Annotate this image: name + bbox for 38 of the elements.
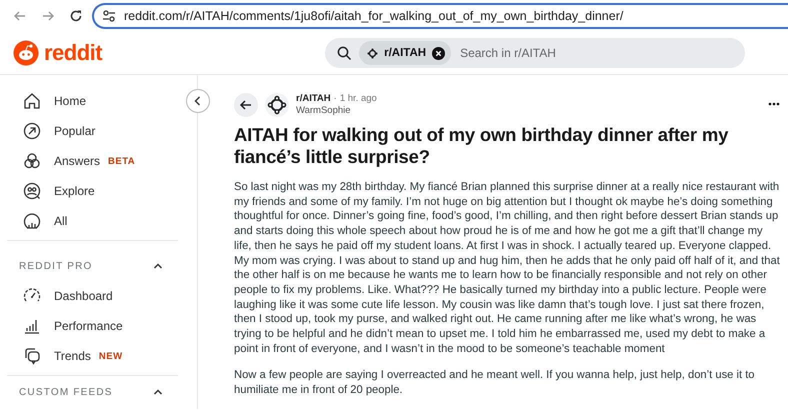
section-header[interactable]: CUSTOM FEEDS xyxy=(0,382,197,402)
home-icon xyxy=(22,91,42,111)
url-text: reddit.com/r/AITAH/comments/1ju8ofi/aitah_for_walking_out_of_my_own_birthday_dinner/ xyxy=(124,9,624,23)
post-time: 1 hr. ago xyxy=(340,93,377,105)
subreddit-link[interactable]: r/AITAH xyxy=(296,93,331,105)
sidebar-item[interactable]: Trends NEW xyxy=(0,341,162,371)
post-body-paragraph: So last night was my 28th birthday. My fiancé Brian planned this surprise dinner at a really nice restaurant with my friends and some of my family. I’m not huge on big attention but I thought ok maybe he’s doing something thoughtful for once. Dinner’s going fine, food’s good, I’m chilling, and then right before dessert Brian stands up and starts doing this whole speech about how proud he is of me and how he got me a gift that’ll change my life, then he says he paid off my student loans. At first I was in shock. I actually teared up. Everyone clapped. My mom was crying. I was about to stand up and hug him, then he adds that he only paid off half of it, and that the other half is on me because he wants me to learn how to be financially responsible and not rely on other people to fix my problems. Like. What??? He basically turned my birthday into a public lecture. People were laughing like it was some cute life lesson. My cousin was like damn that’s tough love. I just sat there frozen, then I stood up, took my purse, and walked right out. He came running after me like what’s wrong, he was trying to be helpful and he didn’t mean to upset me. I told him he embarrassed me, used my debt to make a point in front of everyone, and I wasn’t in the mood to be someone’s teachable moment xyxy=(234,180,781,356)
sidebar-item[interactable]: Performance xyxy=(0,311,162,341)
more-icon xyxy=(768,102,780,106)
sidebar-item[interactable]: Popular xyxy=(0,116,162,146)
post-title: AITAH for walking out of my own birthday dinner after my fiancé’s little surprise? xyxy=(234,124,730,168)
overlapping-circles-icon xyxy=(22,151,42,171)
sidebar-item[interactable]: Home xyxy=(0,86,162,116)
community-avatar[interactable] xyxy=(265,93,289,117)
alien-logo-icon xyxy=(13,40,39,66)
arrow-left-icon xyxy=(239,98,253,112)
search-icon xyxy=(337,46,352,60)
collapse-sidebar-button[interactable] xyxy=(186,89,210,113)
address-bar[interactable]: reddit.com/r/AITAH/comments/1ju8ofi/aitah_for_walking_out_of_my_own_birthday_dinner/ xyxy=(92,3,788,29)
author-link[interactable]: WarmSophie xyxy=(296,105,759,117)
search-field[interactable]: r/AITAH Search in r/AITAH xyxy=(325,38,746,68)
sidebar-item[interactable]: Dashboard xyxy=(0,281,162,311)
badge-label: BETA xyxy=(108,156,136,166)
chart-circle-icon xyxy=(22,211,42,231)
site-settings-icon[interactable] xyxy=(102,9,116,23)
sidebar-item[interactable]: Answers BETA xyxy=(0,146,162,176)
back-button[interactable] xyxy=(234,93,258,117)
badge-label: NEW xyxy=(98,350,123,362)
section-header[interactable]: REDDIT PRO xyxy=(0,251,197,281)
community-chip[interactable]: r/AITAH xyxy=(359,41,452,65)
sidebar-item[interactable]: All xyxy=(0,206,162,236)
arrow-circle-icon xyxy=(22,121,42,141)
sidebar-item[interactable]: Explore xyxy=(0,176,162,206)
clear-icon[interactable] xyxy=(432,46,446,60)
separator: · xyxy=(334,93,337,105)
post-body-paragraph: Now a few people are saying I overreacted and he meant well. If you wanna help, just help, don’t use it to humiliate me in front of 20 people. xyxy=(234,368,756,398)
more-options-button[interactable] xyxy=(766,100,782,108)
community-icon xyxy=(367,48,378,58)
